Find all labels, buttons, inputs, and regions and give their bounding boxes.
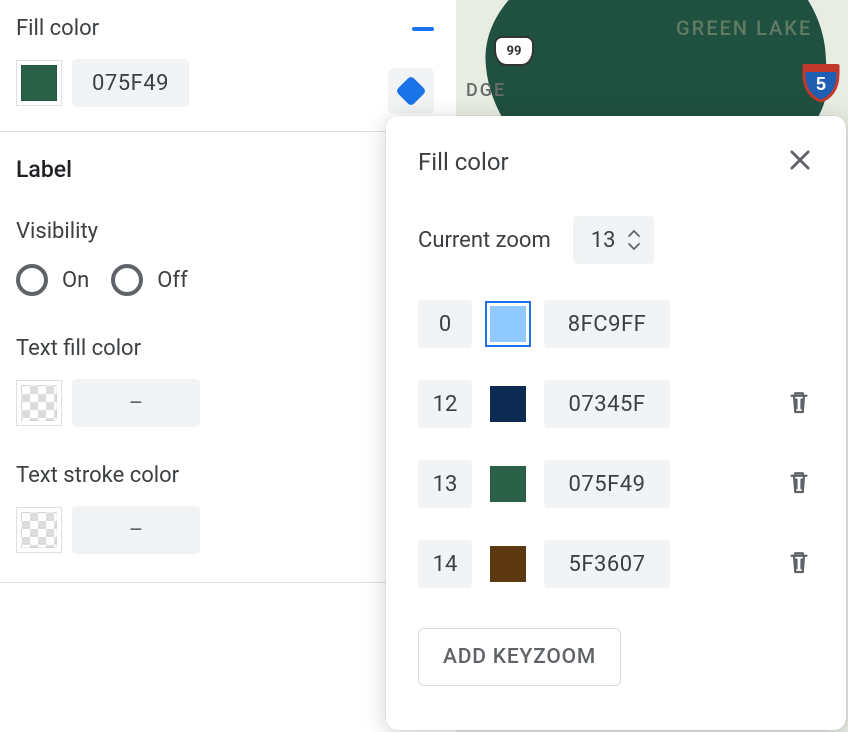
diamond-icon	[395, 75, 426, 106]
visibility-on-label: On	[62, 268, 89, 293]
add-keyzoom-button[interactable]: ADD KEYZOOM	[418, 628, 621, 686]
keyzoom-zoom-input[interactable]: 14	[418, 540, 472, 588]
keyzoom-color-swatch[interactable]	[490, 546, 526, 582]
zoom-value: 13	[591, 228, 616, 253]
keyzoom-zoom-input[interactable]: 13	[418, 460, 472, 508]
fill-color-swatch[interactable]	[16, 60, 62, 106]
visibility-off-option[interactable]: Off	[111, 264, 187, 296]
chevron-down-icon	[626, 241, 642, 251]
delete-keyzoom-button[interactable]	[784, 386, 814, 422]
fill-color-hex-input[interactable]: 075F49	[72, 59, 189, 107]
transparent-swatch-icon	[21, 512, 57, 548]
chevron-up-icon	[626, 229, 642, 239]
keyzoom-color-swatch[interactable]	[490, 386, 526, 422]
keyzoom-color-swatch[interactable]	[490, 466, 526, 502]
keyzoom-toggle-button[interactable]	[388, 68, 434, 114]
fill-color-section-header[interactable]: Fill color	[16, 16, 456, 41]
keyzoom-row: 0 8FC9FF	[418, 300, 814, 348]
highway-99-shield: 99	[494, 36, 534, 66]
keyzoom-color-swatch[interactable]	[490, 306, 526, 342]
delete-keyzoom-button[interactable]	[784, 466, 814, 502]
fill-color-swatch-inner	[21, 65, 57, 101]
fill-color-popover: Fill color Current zoom 13 0 8FC9FF 12 0734…	[386, 116, 846, 730]
close-button[interactable]	[786, 146, 814, 178]
svg-text:5: 5	[816, 74, 826, 94]
interstate-5-shield: 5	[800, 60, 842, 102]
stepper-arrows[interactable]	[626, 229, 642, 251]
popover-title: Fill color	[418, 148, 509, 176]
trash-icon	[784, 546, 814, 578]
keyzoom-zoom-input[interactable]: 12	[418, 380, 472, 428]
keyzoom-hex-input[interactable]: 07345F	[544, 380, 670, 428]
map-label-greenlake: GREEN LAKE	[676, 16, 812, 40]
keyzoom-zoom-input[interactable]: 0	[418, 300, 472, 348]
delete-keyzoom-button[interactable]	[784, 546, 814, 582]
keyzoom-hex-input[interactable]: 5F3607	[544, 540, 670, 588]
close-icon	[786, 146, 814, 174]
radio-icon	[111, 264, 143, 296]
keyzoom-row: 14 5F3607	[418, 540, 814, 588]
keyzoom-row: 12 07345F	[418, 380, 814, 428]
keyzoom-row: 13 075F49	[418, 460, 814, 508]
zoom-stepper[interactable]: 13	[573, 216, 654, 264]
trash-icon	[784, 386, 814, 418]
keyzoom-hex-input[interactable]: 8FC9FF	[544, 300, 670, 348]
text-fill-hex-input[interactable]: –	[72, 379, 200, 427]
keyzoom-list: 0 8FC9FF 12 07345F 13 075F49 14 5F3607	[418, 300, 814, 588]
current-zoom-label: Current zoom	[418, 228, 551, 253]
radio-icon	[16, 264, 48, 296]
visibility-off-label: Off	[157, 268, 187, 293]
map-label-dge: DGE	[466, 80, 506, 101]
text-fill-swatch[interactable]	[16, 380, 62, 426]
transparent-swatch-icon	[21, 385, 57, 421]
collapse-icon[interactable]	[412, 27, 434, 31]
text-stroke-swatch[interactable]	[16, 507, 62, 553]
trash-icon	[784, 466, 814, 498]
text-stroke-hex-input[interactable]: –	[72, 506, 200, 554]
fill-color-label: Fill color	[16, 16, 99, 41]
keyzoom-hex-input[interactable]: 075F49	[544, 460, 670, 508]
visibility-on-option[interactable]: On	[16, 264, 89, 296]
